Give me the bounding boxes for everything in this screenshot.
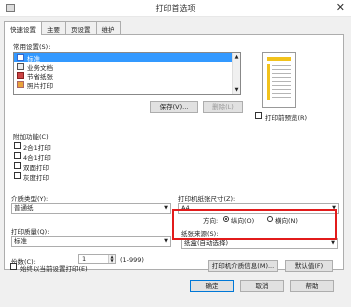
checkbox-grayscale-label: 灰度打印 [23,174,49,182]
list-item-label: 照片打印 [27,81,53,90]
help-button[interactable]: 帮助 [290,280,334,292]
chevron-down-icon: ▼ [164,238,168,244]
title-bar: 打印首选项 ✕ [0,0,351,17]
close-icon[interactable]: ✕ [336,1,345,14]
tab-main[interactable]: 主要 [41,21,66,34]
additional-features-label: 附加功能(C) [13,133,49,141]
tab-maintenance[interactable]: 维护 [95,21,121,34]
preview-line [272,97,291,98]
page-preview [262,52,296,108]
copies-value: 1 [82,255,87,263]
paper-size-label: 打印机纸张尺寸(Z): [178,195,236,203]
common-settings-label: 常用设置(S): [13,43,51,51]
paper-source-value: 纸盒(自动选择) [184,239,229,247]
preview-line [272,85,291,86]
standard-doc-icon [17,54,24,61]
list-scrollbar[interactable]: ▲ ▼ [232,53,240,94]
printer-media-info-button[interactable]: 打印机介质信息(M)... [208,260,278,272]
list-item[interactable]: 照片打印 [14,80,240,90]
always-current-label: 始终以当前设置打印(E) [20,265,88,273]
preview-header-bar [267,57,291,61]
media-type-label: 介质类型(Y): [11,195,49,203]
window-title: 打印首选项 [155,4,196,13]
preview-line [272,73,291,74]
checkbox-4in1-label: 4合1打印 [23,154,51,162]
common-settings-list[interactable]: 标准 业务文档 节省纸张 照片打印 ▲ ▼ [13,52,241,95]
scroll-up-icon[interactable]: ▲ [233,53,240,61]
photo-print-icon [17,81,24,88]
defaults-button[interactable]: 默认值(F) [285,260,333,272]
checkbox-4in1[interactable] [14,152,21,159]
save-settings-button[interactable]: 保存(V)... [150,101,198,113]
preview-checkbox[interactable] [255,112,262,119]
tab-quick-setup[interactable]: 快速设置 [4,21,42,35]
chevron-down-icon: ▼ [331,240,335,246]
highlight-box [172,209,337,240]
print-quality-value: 标准 [14,237,27,245]
stepper-arrows-icon[interactable]: ▲ ▼ [108,255,115,263]
preview-line [272,69,291,70]
delete-settings-button[interactable]: 删除(L) [203,101,243,113]
copies-range: (1-999) [120,256,144,264]
print-quality-label: 打印质量(Q): [11,228,50,236]
preview-line [272,93,291,94]
checkbox-duplex-label: 双面打印 [23,164,49,172]
chevron-down-icon: ▼ [164,205,168,211]
media-type-value: 普通纸 [14,204,34,212]
scroll-down-icon[interactable]: ▼ [233,86,240,94]
cancel-button[interactable]: 取消 [240,280,284,292]
checkbox-grayscale[interactable] [14,172,21,179]
print-quality-select[interactable]: 标准 ▼ [11,236,171,247]
checkbox-duplex[interactable] [14,162,21,169]
tab-page-setup[interactable]: 页设置 [65,21,97,34]
preview-line [272,77,291,78]
business-doc-icon [17,63,24,70]
ok-button[interactable]: 确定 [190,280,234,292]
dialog-body: 快速设置 主要 页设置 维护 常用设置(S): 标准 业务文档 节省纸张 照片打… [0,17,351,307]
checkbox-2in1[interactable] [14,142,21,149]
always-current-checkbox[interactable] [10,263,17,270]
tab-strip: 快速设置 主要 页设置 维护 [4,21,121,35]
checkbox-2in1-label: 2合1打印 [23,144,51,152]
media-type-select[interactable]: 普通纸 ▼ [11,203,171,214]
preview-line [272,81,291,82]
preview-side-bar [267,64,270,100]
preview-line [272,65,291,66]
preview-line [272,89,291,90]
preview-checkbox-label: 打印前预览(R) [265,114,308,122]
save-paper-icon [17,72,24,79]
